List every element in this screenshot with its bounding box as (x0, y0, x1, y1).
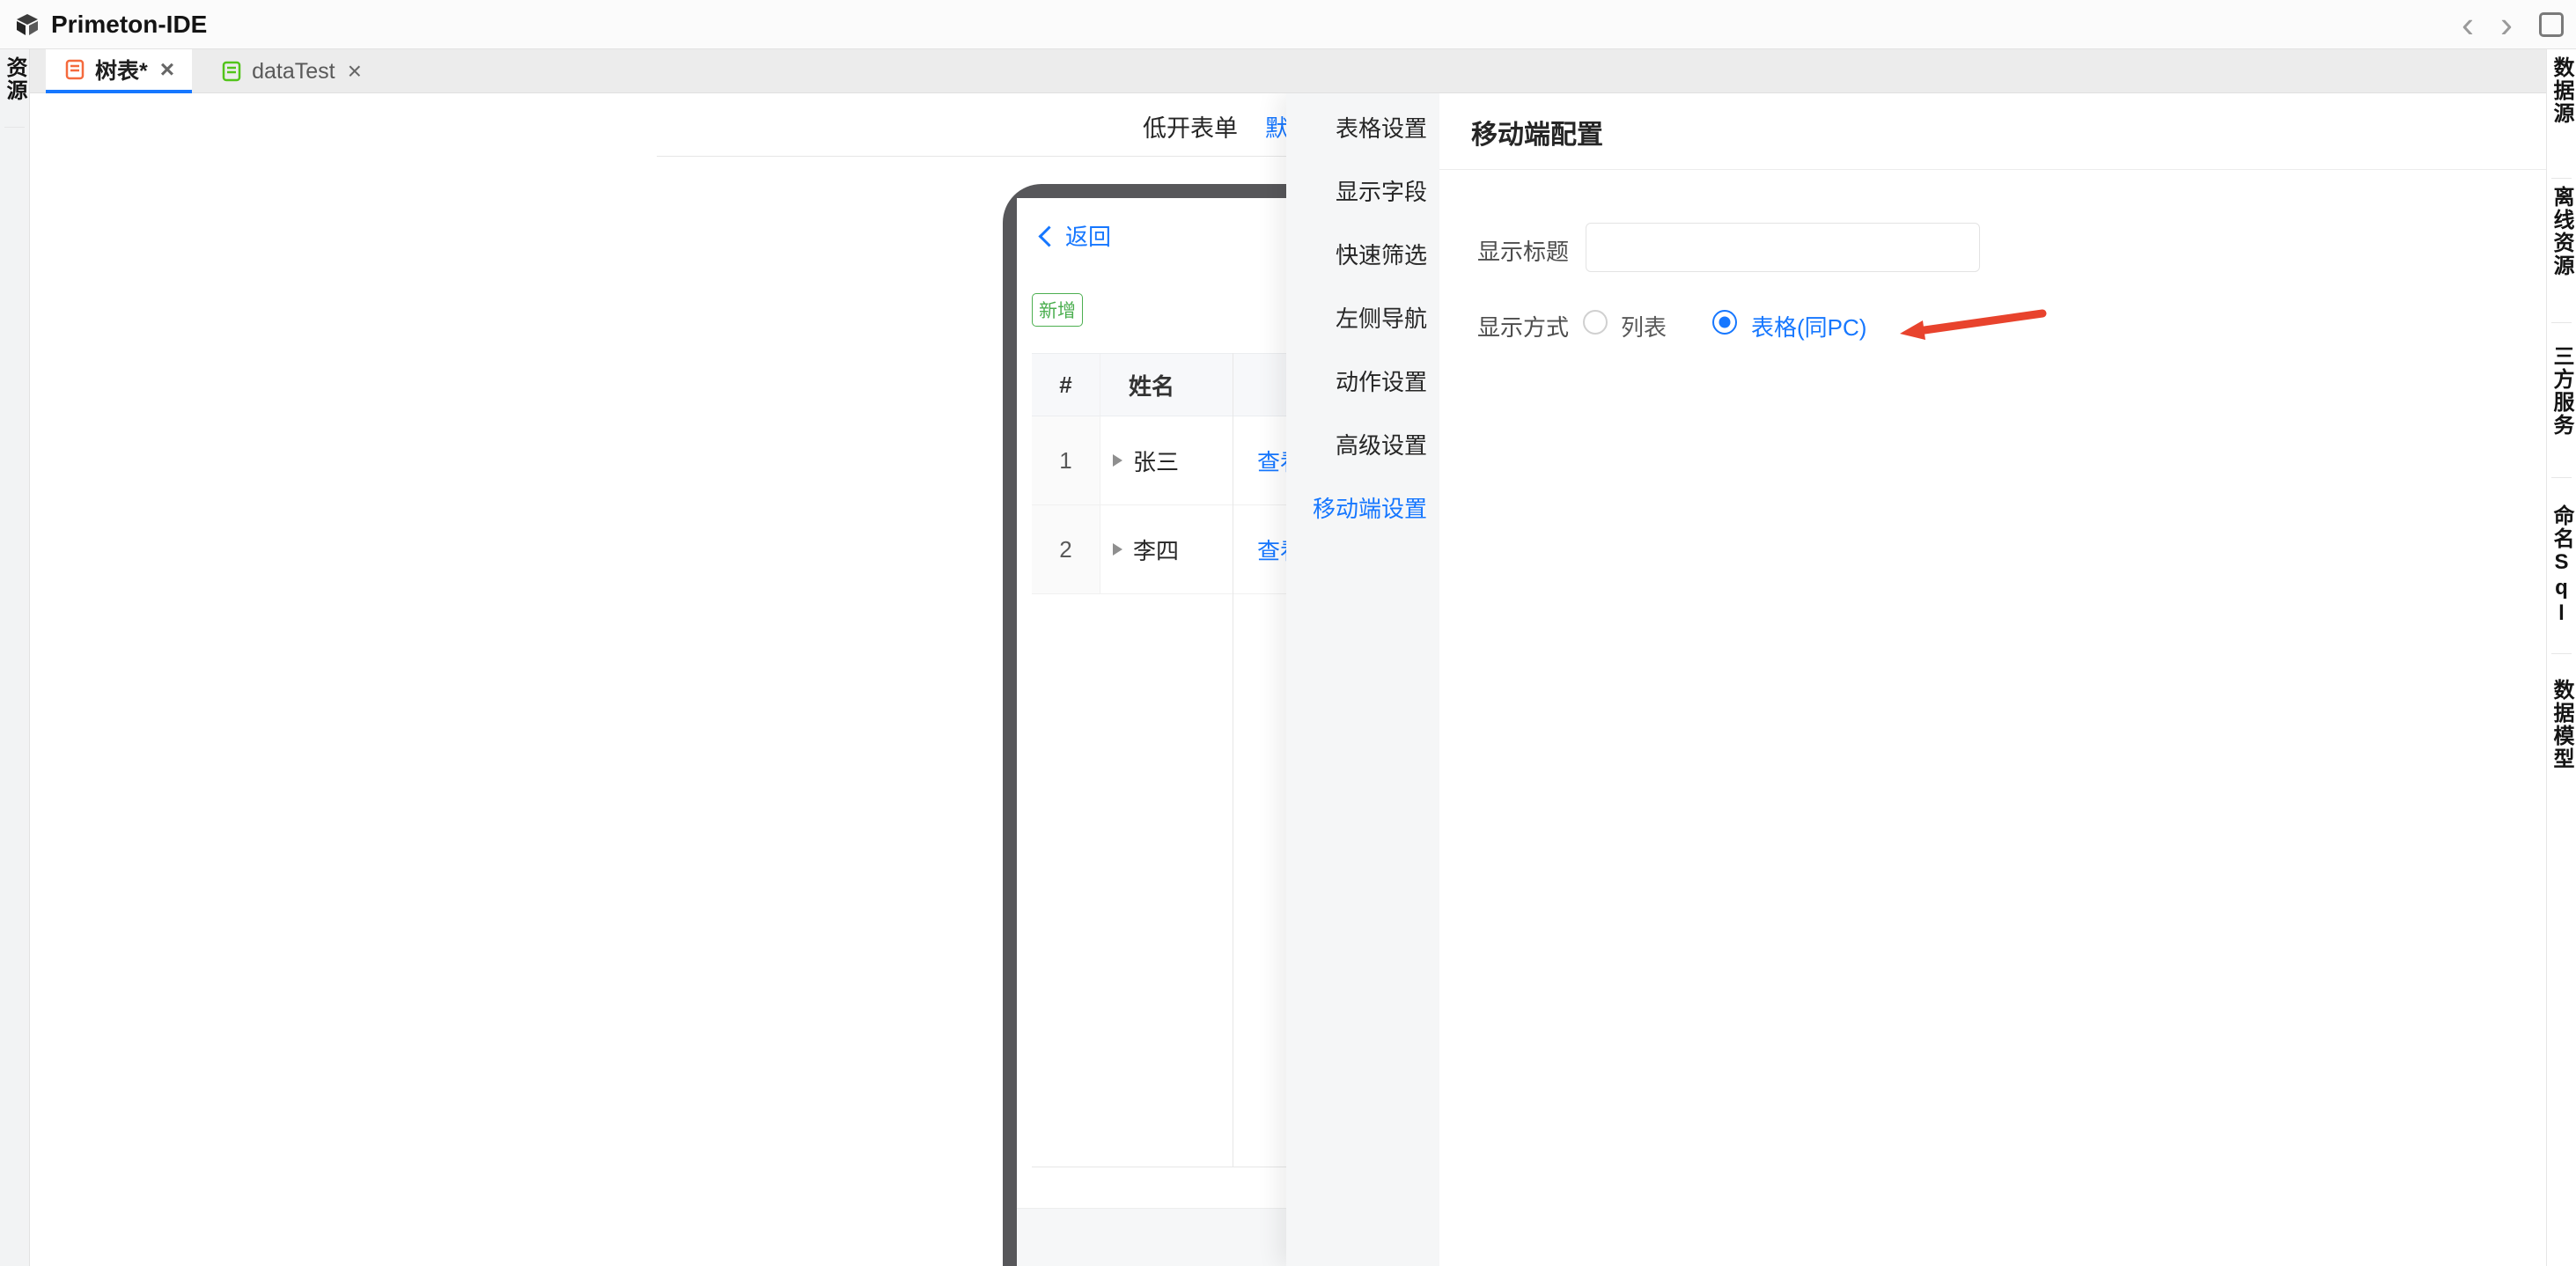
display-mode-label: 显示方式 (1477, 310, 1569, 342)
sidebar-item-offline-resources[interactable]: 离线资源 (2547, 186, 2576, 277)
menu-item-table-settings[interactable]: 表格设置 (1286, 95, 1439, 158)
sidebar-item-data-model[interactable]: 数据模型 (2547, 679, 2576, 770)
sidebar-item-datasource[interactable]: 数据源 (2547, 56, 2576, 125)
right-sidebar: 数据源 离线资源 三方服务 命名Sql 数据模型 (2546, 49, 2576, 1266)
display-title-input[interactable] (1586, 223, 1980, 272)
sidebar-item-named-sql[interactable]: 命名Sql (2547, 504, 2576, 627)
app-window: Primeton-IDE ‹ › 资源 树表* × (0, 0, 2576, 1266)
divider (4, 127, 25, 128)
menu-item-action-settings[interactable]: 动作设置 (1286, 349, 1439, 412)
header-index: # (1032, 354, 1100, 416)
panel-title: 移动端配置 (1471, 113, 1603, 151)
divider (2551, 322, 2572, 323)
menu-item-advanced-settings[interactable]: 高级设置 (1286, 412, 1439, 475)
radio-list-label[interactable]: 列表 (1621, 310, 1667, 342)
divider (657, 156, 1291, 157)
add-button[interactable]: 新增 (1032, 293, 1083, 327)
titlebar-actions: ‹ › (2462, 0, 2564, 49)
chevron-left-icon (1038, 225, 1059, 247)
radio-table-option[interactable] (1712, 310, 1737, 335)
app-title: Primeton-IDE (51, 11, 207, 39)
header-name: 姓名 (1100, 354, 1233, 416)
divider (2551, 477, 2572, 478)
cell-name: 张三 (1133, 445, 1179, 477)
app-logo-icon (14, 11, 40, 38)
close-icon[interactable]: × (160, 57, 174, 82)
expand-caret-icon[interactable] (1113, 454, 1122, 467)
radio-list-option[interactable] (1583, 310, 1608, 335)
divider (2551, 178, 2572, 179)
tab-label: dataTest (252, 59, 335, 85)
form-document-icon (63, 58, 86, 81)
tab-datatest[interactable]: dataTest × (202, 49, 379, 93)
sidebar-item-resources[interactable]: 资源 (0, 56, 29, 102)
cell-index: 1 (1032, 416, 1100, 504)
menu-item-display-fields[interactable]: 显示字段 (1286, 158, 1439, 222)
sidebar-item-third-party-services[interactable]: 三方服务 (2547, 345, 2576, 437)
radio-table-label[interactable]: 表格(同PC) (1751, 310, 1866, 342)
left-sidebar: 资源 (0, 49, 30, 1266)
nav-back-icon[interactable]: ‹ (2462, 6, 2474, 43)
subtab-lowcode-form[interactable]: 低开表单 (1143, 109, 1238, 144)
back-link[interactable]: 返回 (1041, 219, 1111, 252)
tab-label: 树表* (95, 54, 148, 85)
display-title-label: 显示标题 (1477, 234, 1569, 267)
close-icon[interactable]: × (348, 59, 362, 84)
tab-tree-table[interactable]: 树表* × (46, 49, 192, 93)
cell-name: 李四 (1133, 534, 1179, 566)
subtab-default-view[interactable]: 默 (1265, 109, 1289, 144)
titlebar: Primeton-IDE ‹ › (0, 0, 2576, 49)
settings-menu: 表格设置 显示字段 快速筛选 左侧导航 动作设置 高级设置 移动端设置 (1286, 93, 1439, 1266)
settings-panel: 表格设置 显示字段 快速筛选 左侧导航 动作设置 高级设置 移动端设置 移动端配… (1286, 93, 2546, 1266)
nav-forward-icon[interactable]: › (2500, 6, 2513, 43)
sidebar-item-resources-label: 资源 (0, 56, 29, 102)
divider (2551, 653, 2572, 654)
cell-index: 2 (1032, 505, 1100, 593)
tab-bar: 树表* × dataTest × (30, 49, 2546, 93)
menu-item-mobile-settings[interactable]: 移动端设置 (1286, 475, 1439, 539)
expand-caret-icon[interactable] (1113, 543, 1122, 556)
divider (1439, 169, 2546, 170)
menu-item-quick-filter[interactable]: 快速筛选 (1286, 222, 1439, 285)
back-label: 返回 (1065, 219, 1111, 252)
data-table-icon (220, 60, 243, 83)
window-layout-icon[interactable] (2539, 12, 2564, 37)
menu-item-left-nav[interactable]: 左侧导航 (1286, 285, 1439, 349)
